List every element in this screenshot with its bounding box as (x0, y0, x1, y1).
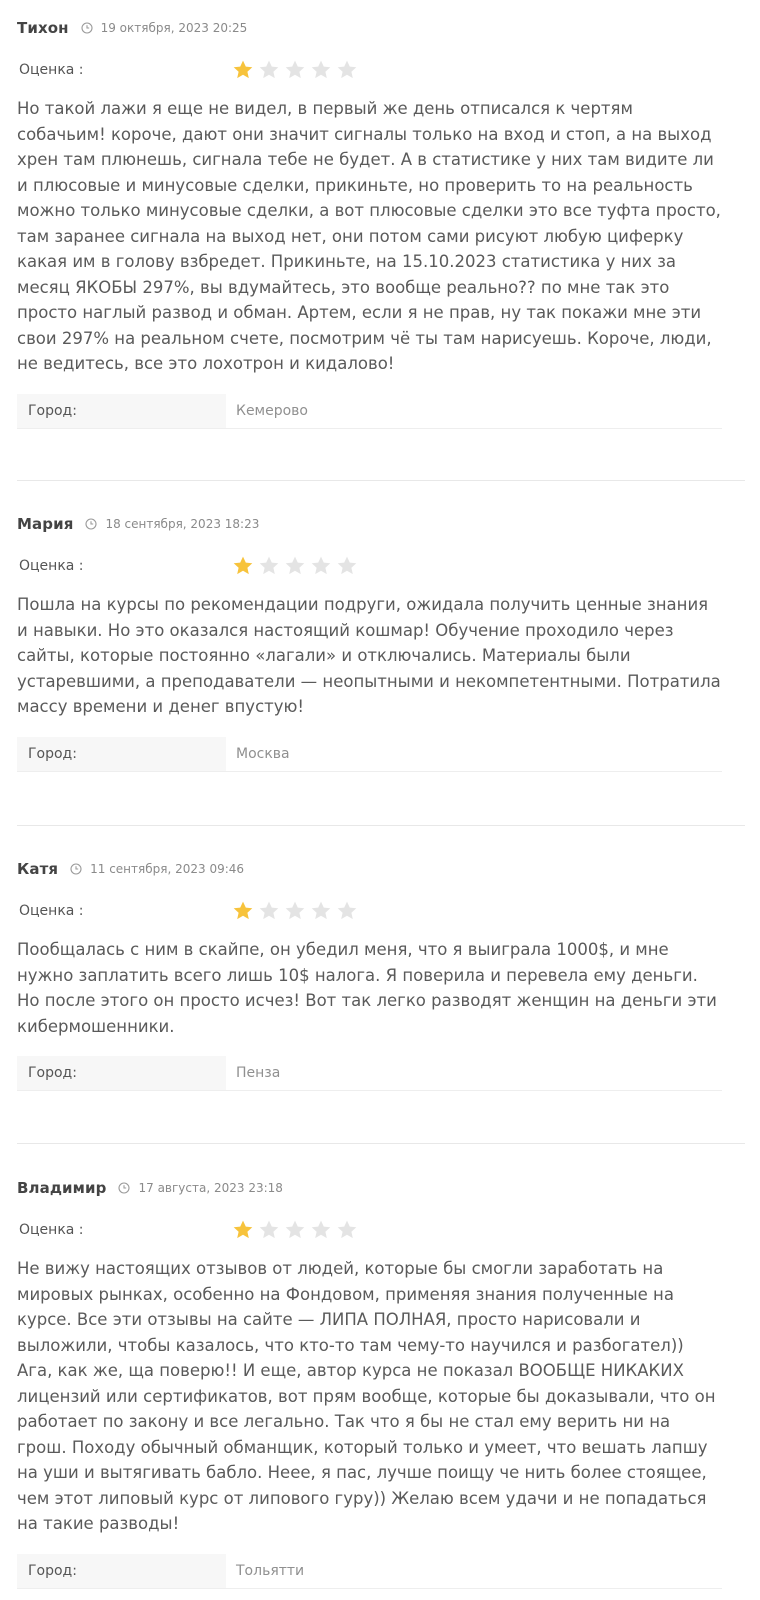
star-empty-icon (311, 1220, 331, 1239)
city-value: Пенза (236, 1065, 281, 1081)
star-empty-icon (259, 1220, 279, 1239)
star-empty-icon (311, 60, 331, 79)
review-author: Тихон (17, 19, 69, 37)
rating-label: Оценка : (19, 1222, 84, 1238)
review-text: Пообщалась с ним в скайпе, он убедил мен… (17, 940, 717, 1036)
city-value: Тольятти (236, 1562, 305, 1579)
review-author: Владимир (17, 1179, 107, 1197)
city-value: Кемерово (236, 402, 308, 419)
rating-stars (232, 59, 362, 81)
star-filled-icon (233, 60, 253, 79)
rating-row: Оценка : (17, 898, 744, 924)
clock-icon (118, 1182, 131, 1194)
city-label: Город: (17, 736, 226, 771)
review-date: 19 октября, 2023 20:25 (100, 21, 248, 35)
rating-label: Оценка : (19, 558, 84, 574)
review-card: Владимир 17 августа, 2023 23:18 Оценка :… (17, 1176, 744, 1589)
star-empty-icon (259, 60, 279, 79)
review-header: Мария 18 сентября, 2023 18:23 (17, 512, 744, 536)
review-date: 17 августа, 2023 23:18 (138, 1181, 283, 1195)
review-author: Мария (17, 515, 74, 533)
review-card: Катя 11 сентября, 2023 09:46 Оценка : По… (17, 857, 744, 1091)
review-card: Тихон 19 октября, 2023 20:25 Оценка : Но… (17, 16, 744, 429)
review-author: Катя (17, 860, 59, 878)
star-filled-icon (233, 1220, 253, 1239)
review-divider (17, 480, 745, 481)
rating-label: Оценка : (19, 62, 84, 78)
star-empty-icon (259, 901, 279, 920)
star-empty-icon (311, 901, 331, 920)
city-label: Город: (17, 1553, 226, 1588)
star-empty-icon (285, 60, 305, 79)
review-divider (17, 825, 745, 826)
city-label: Город: (17, 393, 226, 428)
review-header: Тихон 19 октября, 2023 20:25 (17, 16, 744, 40)
rating-row: Оценка : (17, 57, 744, 83)
star-empty-icon (337, 901, 357, 920)
city-row: Город: Москва (17, 736, 722, 772)
review-divider (17, 1143, 745, 1144)
review-text: Не вижу настоящих отзывов от людей, кото… (17, 1259, 716, 1533)
rating-stars (232, 555, 362, 577)
clock-icon (70, 863, 82, 875)
review-text: Пошла на курсы по рекомендации подруги, … (17, 595, 721, 716)
clock-icon (85, 518, 97, 530)
city-row: Город: Тольятти (17, 1553, 722, 1589)
review-date: 18 сентября, 2023 18:23 (105, 517, 260, 531)
star-empty-icon (285, 901, 305, 920)
review-header: Владимир 17 августа, 2023 23:18 (17, 1176, 744, 1200)
clock-icon (81, 22, 93, 34)
review-header: Катя 11 сентября, 2023 09:46 (17, 857, 744, 881)
star-empty-icon (311, 556, 331, 575)
review-date: 11 сентября, 2023 09:46 (90, 862, 245, 876)
rating-stars (232, 900, 362, 922)
star-empty-icon (337, 60, 357, 79)
city-row: Город: Кемерово (17, 393, 722, 429)
star-filled-icon (233, 901, 253, 920)
city-label: Город: (17, 1056, 226, 1090)
rating-row: Оценка : (17, 1217, 744, 1243)
review-card: Мария 18 сентября, 2023 18:23 Оценка : П… (17, 512, 744, 772)
rating-stars (232, 1219, 362, 1241)
star-empty-icon (337, 556, 357, 575)
city-row: Город: Пенза (17, 1056, 722, 1091)
star-empty-icon (259, 556, 279, 575)
city-value: Москва (236, 745, 290, 762)
star-empty-icon (285, 556, 305, 575)
rating-label: Оценка : (19, 903, 84, 919)
star-empty-icon (285, 1220, 305, 1239)
review-text: Но такой лажи я еще не видел, в первый ж… (17, 99, 721, 373)
rating-row: Оценка : (17, 553, 744, 579)
star-empty-icon (337, 1220, 357, 1239)
star-filled-icon (233, 556, 253, 575)
